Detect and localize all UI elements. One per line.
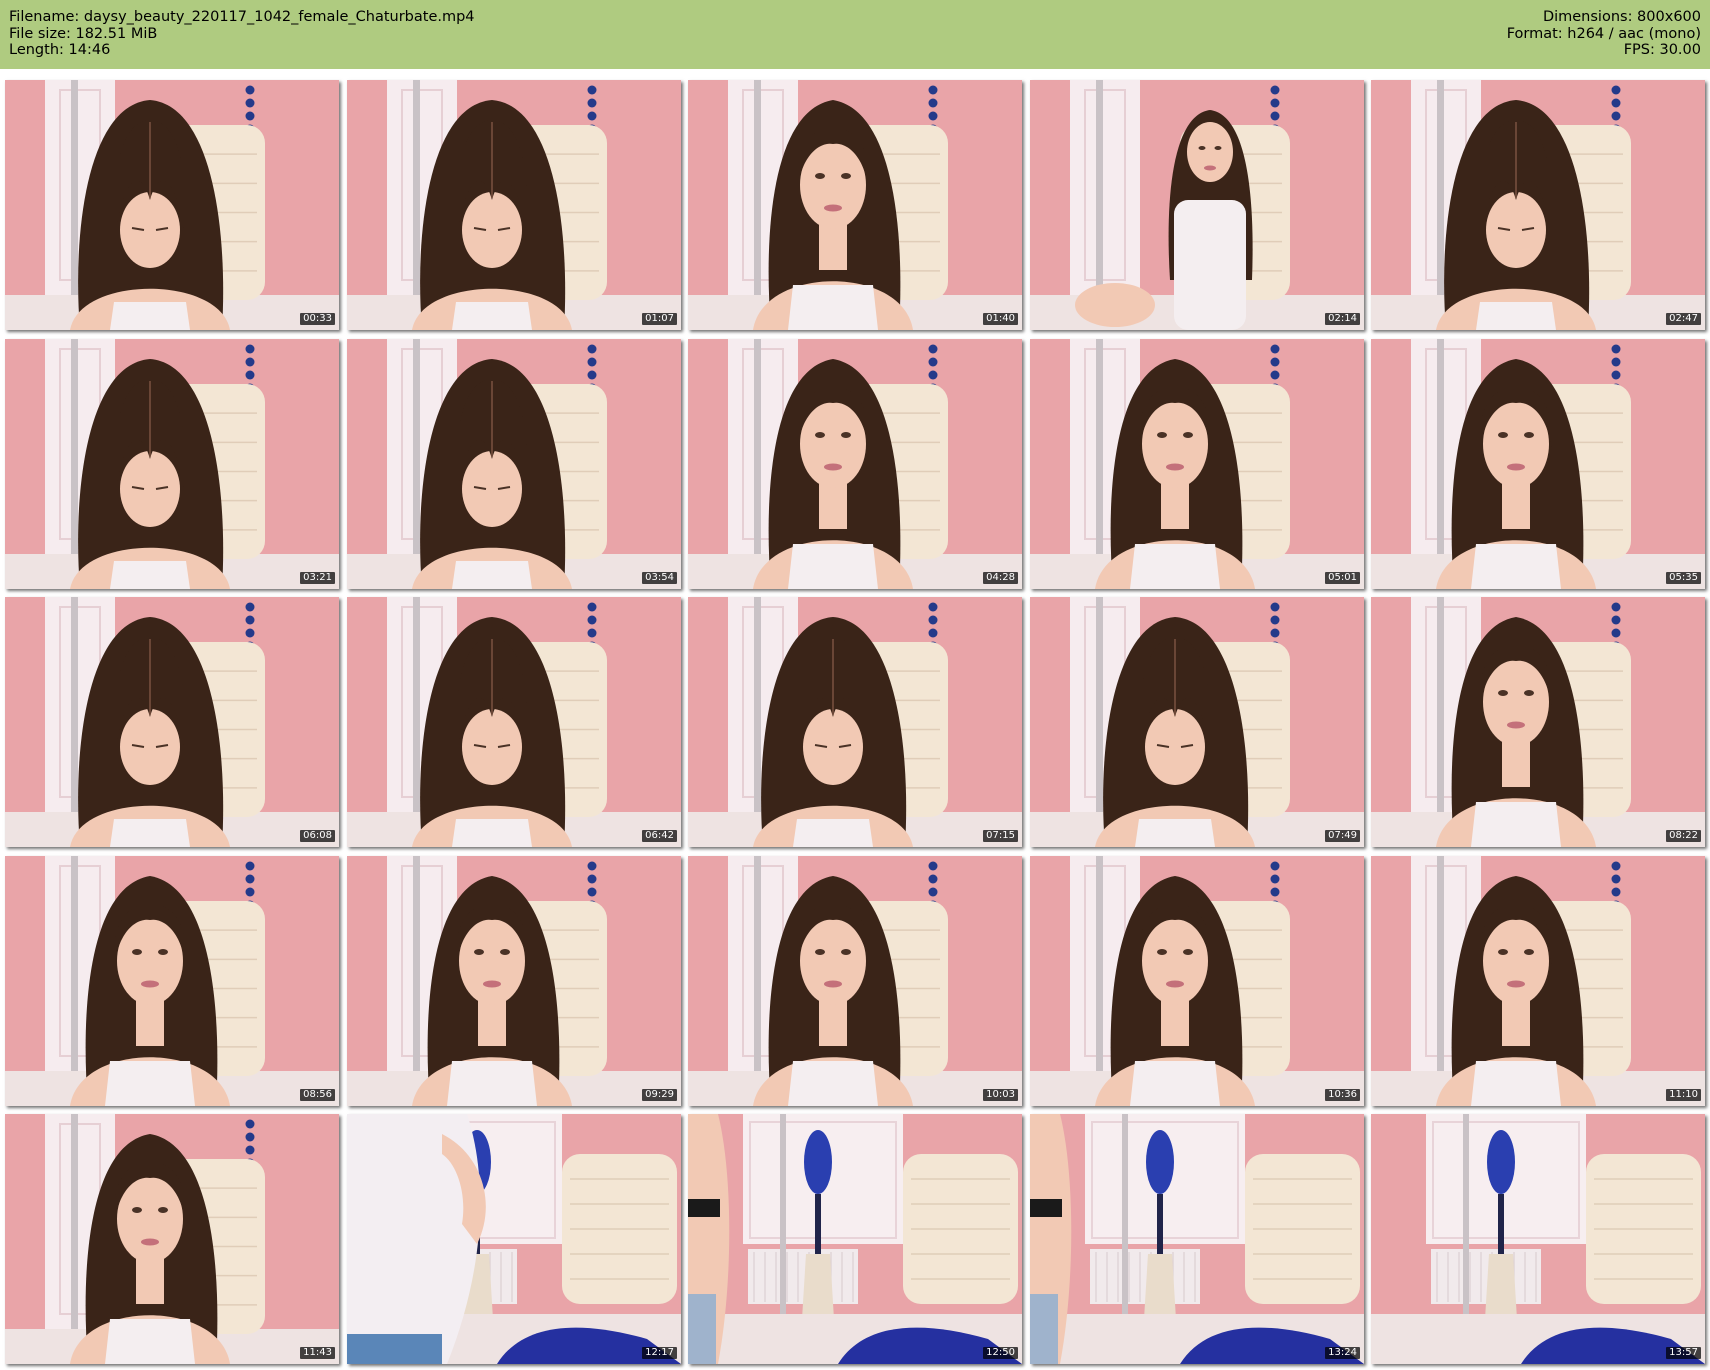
timestamp-label: 08:22 xyxy=(1666,830,1701,842)
timestamp-label: 02:47 xyxy=(1666,313,1701,325)
timestamp-label: 06:08 xyxy=(300,830,335,842)
timestamp-label: 11:10 xyxy=(1666,1089,1701,1101)
timestamp-label: 04:28 xyxy=(983,572,1018,584)
thumbnail-frame-image xyxy=(347,339,681,589)
video-thumbnail: 06:42 xyxy=(347,597,681,847)
dimensions-text: Dimensions: 800x600 xyxy=(1542,9,1701,25)
thumbnail-frame-image xyxy=(1371,856,1705,1106)
thumbnail-frame-image xyxy=(1030,856,1364,1106)
thumbnail-frame-image xyxy=(1371,597,1705,847)
thumbnail-frame-image xyxy=(1030,1114,1364,1364)
thumbnail-frame-image xyxy=(688,856,1022,1106)
video-thumbnail: 01:40 xyxy=(688,80,1022,330)
video-thumbnail: 07:49 xyxy=(1030,597,1364,847)
video-thumbnail: 04:28 xyxy=(688,339,1022,589)
thumbnail-frame-image xyxy=(1371,1114,1705,1364)
video-thumbnail: 01:07 xyxy=(347,80,681,330)
file-info-right: Dimensions: 800x600 Format: h264 / aac (… xyxy=(1507,9,1701,59)
video-thumbnail: 08:56 xyxy=(5,856,339,1106)
thumbnail-frame-image xyxy=(688,1114,1022,1364)
timestamp-label: 06:42 xyxy=(642,830,677,842)
video-thumbnail: 10:36 xyxy=(1030,856,1364,1106)
timestamp-label: 01:07 xyxy=(642,313,677,325)
video-thumbnail: 13:24 xyxy=(1030,1114,1364,1364)
timestamp-label: 03:54 xyxy=(642,572,677,584)
timestamp-label: 05:35 xyxy=(1666,572,1701,584)
timestamp-label: 13:57 xyxy=(1666,1347,1701,1359)
filesize-text: File size: 182.51 MiB xyxy=(9,25,158,42)
thumbnail-frame-image xyxy=(688,339,1022,589)
video-thumbnail: 03:54 xyxy=(347,339,681,589)
video-thumbnail: 03:21 xyxy=(5,339,339,589)
timestamp-label: 00:33 xyxy=(300,313,335,325)
thumbnail-frame-image xyxy=(347,856,681,1106)
video-thumbnail: 11:43 xyxy=(5,1114,339,1364)
thumbnail-frame-image xyxy=(1371,339,1705,589)
filename-text: Filename: daysy_beauty_220117_1042_femal… xyxy=(9,9,475,25)
timestamp-label: 09:29 xyxy=(642,1089,677,1101)
video-thumbnail: 05:35 xyxy=(1371,339,1705,589)
fps-text: FPS: 30.00 xyxy=(1623,42,1701,58)
thumbnail-grid: 00:33 01:07 01:40 02:14 02:47 03:21 03:54 04:28… xyxy=(5,80,1705,1365)
thumbnail-frame-image xyxy=(1030,339,1364,589)
file-info-left: Filename: daysy_beauty_220117_1042_femal… xyxy=(9,9,475,59)
video-thumbnail: 13:57 xyxy=(1371,1114,1705,1364)
timestamp-label: 01:40 xyxy=(983,313,1018,325)
video-thumbnail: 12:17 xyxy=(347,1114,681,1364)
format-text: Format: h264 / aac (mono) xyxy=(1506,25,1701,42)
video-thumbnail: 11:10 xyxy=(1371,856,1705,1106)
video-thumbnail: 07:15 xyxy=(688,597,1022,847)
video-thumbnail: 08:22 xyxy=(1371,597,1705,847)
video-thumbnail: 10:03 xyxy=(688,856,1022,1106)
thumbnail-frame-image xyxy=(688,597,1022,847)
timestamp-label: 10:36 xyxy=(1325,1089,1360,1101)
info-header: Filename: daysy_beauty_220117_1042_femal… xyxy=(0,0,1710,69)
timestamp-label: 13:24 xyxy=(1325,1347,1360,1359)
video-thumbnail: 05:01 xyxy=(1030,339,1364,589)
thumbnail-frame-image xyxy=(347,80,681,330)
thumbnail-frame-image xyxy=(1030,597,1364,847)
timestamp-label: 02:14 xyxy=(1325,313,1360,325)
timestamp-label: 07:49 xyxy=(1325,830,1360,842)
thumbnail-frame-image xyxy=(5,1114,339,1364)
video-thumbnail: 00:33 xyxy=(5,80,339,330)
thumbnail-frame-image xyxy=(1371,80,1705,330)
thumbnail-frame-image xyxy=(5,856,339,1106)
video-thumbnail: 02:14 xyxy=(1030,80,1364,330)
video-thumbnail: 09:29 xyxy=(347,856,681,1106)
video-thumbnail: 02:47 xyxy=(1371,80,1705,330)
length-text: Length: 14:46 xyxy=(9,42,111,58)
timestamp-label: 07:15 xyxy=(983,830,1018,842)
timestamp-label: 11:43 xyxy=(300,1347,335,1359)
timestamp-label: 12:50 xyxy=(983,1347,1018,1359)
thumbnail-frame-image xyxy=(347,597,681,847)
thumbnail-frame-image xyxy=(5,339,339,589)
thumbnail-frame-image xyxy=(1030,80,1364,330)
timestamp-label: 08:56 xyxy=(300,1089,335,1101)
thumbnail-frame-image xyxy=(5,597,339,847)
video-thumbnail: 12:50 xyxy=(688,1114,1022,1364)
thumbnail-frame-image xyxy=(5,80,339,330)
video-thumbnail: 06:08 xyxy=(5,597,339,847)
timestamp-label: 05:01 xyxy=(1325,572,1360,584)
thumbnail-frame-image xyxy=(688,80,1022,330)
timestamp-label: 10:03 xyxy=(983,1089,1018,1101)
thumbnail-frame-image xyxy=(347,1114,681,1364)
timestamp-label: 03:21 xyxy=(300,572,335,584)
timestamp-label: 12:17 xyxy=(642,1347,677,1359)
